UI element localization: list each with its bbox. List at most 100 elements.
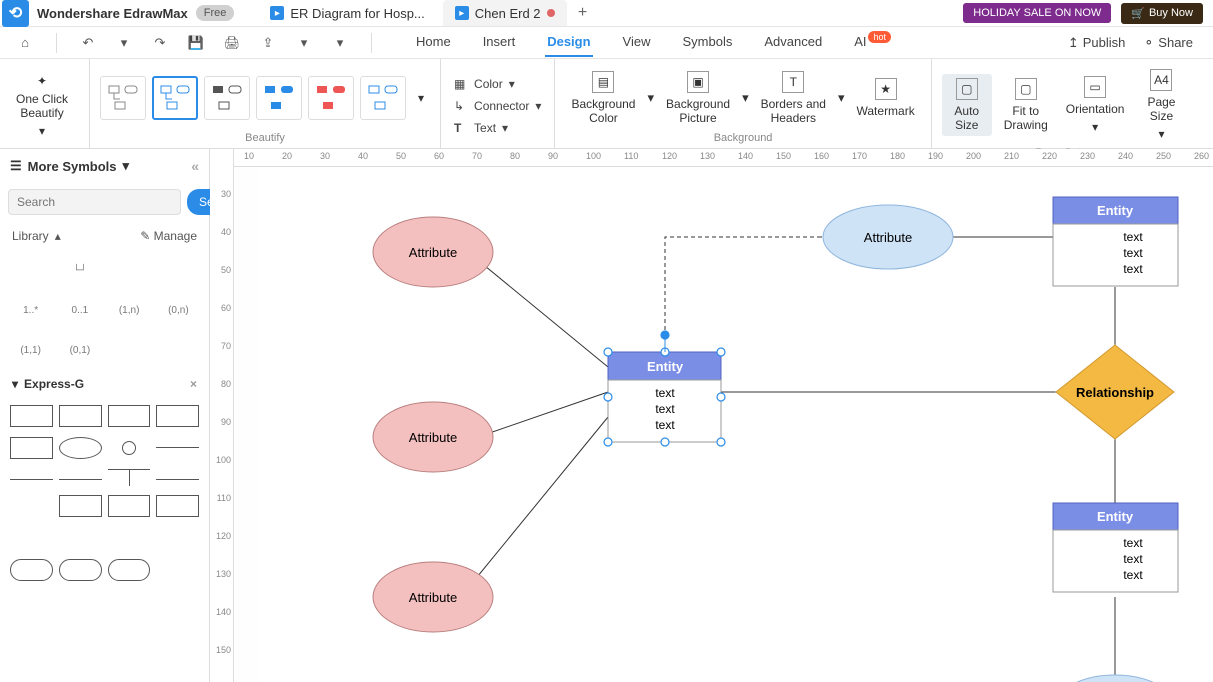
entity-body[interactable] bbox=[1053, 530, 1178, 592]
print-icon[interactable]: 🖨 bbox=[223, 34, 241, 52]
shape-item[interactable]: (1,1) bbox=[10, 337, 51, 363]
shape-rect[interactable] bbox=[156, 495, 199, 517]
beautify-more-button[interactable]: ▾ bbox=[412, 87, 430, 109]
shape-item[interactable] bbox=[59, 527, 102, 549]
shape-round[interactable] bbox=[10, 559, 53, 581]
undo-icon[interactable]: ↶ bbox=[79, 34, 97, 52]
auto-size-button[interactable]: ▢Auto Size bbox=[942, 74, 992, 136]
main-area: ☰ More Symbols ▾ « Search Library ▴ ✎ Ma… bbox=[0, 149, 1213, 682]
entity-body[interactable] bbox=[1053, 224, 1178, 286]
menu-symbols[interactable]: Symbols bbox=[681, 28, 735, 57]
shape-item[interactable] bbox=[109, 257, 150, 283]
buy-now-button[interactable]: 🛒 Buy Now bbox=[1121, 3, 1203, 24]
shape-item[interactable] bbox=[10, 527, 53, 549]
shape-rect[interactable] bbox=[108, 405, 151, 427]
shape-rect[interactable] bbox=[59, 495, 102, 517]
doc-tab-1[interactable]: ▸ ER Diagram for Hosp... bbox=[258, 0, 436, 26]
more-icon[interactable]: ▾ bbox=[331, 34, 349, 52]
shape-round[interactable] bbox=[108, 559, 151, 581]
text-button[interactable]: TText▾ bbox=[451, 118, 544, 138]
page-size-button[interactable]: A4Page Size▾ bbox=[1136, 65, 1186, 145]
beautify-style-6[interactable] bbox=[360, 76, 406, 120]
color-button[interactable]: ▦Color▾ bbox=[451, 74, 544, 94]
shape-item[interactable]: (0,1) bbox=[59, 337, 100, 363]
shape-item[interactable] bbox=[156, 559, 199, 581]
symbols-icon: ☰ bbox=[10, 158, 22, 174]
dropdown-icon[interactable]: ▾ bbox=[295, 34, 313, 52]
chevron-down-icon[interactable]: ▾ bbox=[838, 90, 845, 106]
menu-insert[interactable]: Insert bbox=[481, 28, 518, 57]
background-picture-button[interactable]: ▣Background Picture bbox=[660, 67, 736, 129]
chevron-down-icon[interactable]: ▾ bbox=[123, 158, 130, 174]
shape-line[interactable] bbox=[156, 479, 199, 480]
ribbon-group-label: Background bbox=[565, 130, 920, 146]
shape-ellipse[interactable] bbox=[59, 437, 102, 459]
chevron-down-icon: ▾ bbox=[509, 77, 515, 91]
home-icon[interactable]: ⌂ bbox=[16, 34, 34, 52]
orientation-button[interactable]: ▭Orientation▾ bbox=[1060, 72, 1131, 138]
chevron-down-icon[interactable]: ▾ bbox=[742, 90, 749, 106]
shape-line[interactable] bbox=[10, 495, 53, 517]
entity-title: Entity bbox=[647, 359, 684, 374]
one-click-beautify-button[interactable]: ✦ One Click Beautify ▾ bbox=[10, 70, 74, 142]
shape-rect[interactable] bbox=[108, 495, 151, 517]
shape-rect[interactable] bbox=[10, 405, 53, 427]
shape-item[interactable]: 0..1 bbox=[59, 297, 100, 323]
shape-rect[interactable] bbox=[156, 405, 199, 427]
borders-headers-button[interactable]: TBorders and Headers bbox=[755, 67, 832, 129]
shape-item[interactable]: (0,n) bbox=[158, 297, 199, 323]
shape-item[interactable]: └┘ bbox=[59, 257, 100, 283]
shape-line[interactable] bbox=[156, 447, 199, 448]
watermark-button[interactable]: ★Watermark bbox=[851, 74, 921, 122]
holiday-sale-button[interactable]: HOLIDAY SALE ON NOW bbox=[963, 3, 1111, 23]
publish-button[interactable]: ↥Publish bbox=[1068, 35, 1126, 51]
connector-button[interactable]: ↳Connector▾ bbox=[451, 96, 544, 116]
collapse-icon[interactable]: ▴ bbox=[55, 229, 61, 243]
beautify-style-2[interactable] bbox=[152, 76, 198, 120]
attribute-shape[interactable] bbox=[1055, 675, 1175, 682]
fit-to-drawing-button[interactable]: ▢Fit to Drawing bbox=[998, 74, 1054, 136]
shape-item[interactable]: 1..* bbox=[10, 297, 51, 323]
dropdown-icon[interactable]: ▾ bbox=[115, 34, 133, 52]
redo-icon[interactable]: ↷ bbox=[151, 34, 169, 52]
share-button[interactable]: ⚬Share bbox=[1143, 35, 1193, 51]
close-icon[interactable]: × bbox=[190, 377, 197, 391]
menu-view[interactable]: View bbox=[621, 28, 653, 57]
shape-rect[interactable] bbox=[59, 405, 102, 427]
save-icon[interactable]: 💾 bbox=[187, 34, 205, 52]
shape-circle[interactable] bbox=[122, 441, 136, 455]
shape-round[interactable] bbox=[59, 559, 102, 581]
drawing-canvas[interactable]: Attribute Attribute Attribute Entity tex… bbox=[258, 167, 1213, 682]
search-input[interactable] bbox=[8, 189, 181, 215]
beautify-style-4[interactable] bbox=[256, 76, 302, 120]
chevron-down-icon[interactable]: ▾ bbox=[647, 90, 654, 106]
shape-item[interactable] bbox=[158, 257, 199, 283]
shape-item[interactable] bbox=[158, 337, 199, 363]
manage-button[interactable]: ✎ Manage bbox=[140, 229, 197, 243]
menu-design[interactable]: Design bbox=[545, 28, 592, 57]
beautify-style-5[interactable] bbox=[308, 76, 354, 120]
main-menu: Home Insert Design View Symbols Advanced… bbox=[414, 28, 893, 57]
shape-rect[interactable] bbox=[10, 437, 53, 459]
menu-home[interactable]: Home bbox=[414, 28, 453, 57]
shape-item[interactable] bbox=[108, 527, 151, 549]
shape-line[interactable] bbox=[10, 479, 53, 480]
shape-item[interactable] bbox=[156, 527, 199, 549]
background-color-button[interactable]: ▤Background Color bbox=[565, 67, 641, 129]
shape-item[interactable] bbox=[10, 257, 51, 283]
new-tab-button[interactable]: + bbox=[573, 3, 593, 23]
category-express-g[interactable]: ▾ Express-G × bbox=[0, 369, 209, 399]
publish-icon: ↥ bbox=[1068, 35, 1079, 51]
shape-item[interactable] bbox=[109, 337, 150, 363]
collapse-sidebar-button[interactable]: « bbox=[191, 158, 199, 174]
menu-ai[interactable]: AIhot bbox=[852, 28, 893, 57]
menu-advanced[interactable]: Advanced bbox=[762, 28, 824, 57]
beautify-style-3[interactable] bbox=[204, 76, 250, 120]
export-icon[interactable]: ⇪ bbox=[259, 34, 277, 52]
shape-item[interactable]: (1,n) bbox=[109, 297, 150, 323]
doc-tab-2[interactable]: ▸ Chen Erd 2 bbox=[443, 0, 567, 26]
doc-icon: ▸ bbox=[455, 6, 469, 20]
beautify-style-1[interactable] bbox=[100, 76, 146, 120]
shape-line[interactable] bbox=[59, 479, 102, 480]
shape-tree[interactable] bbox=[108, 469, 151, 485]
